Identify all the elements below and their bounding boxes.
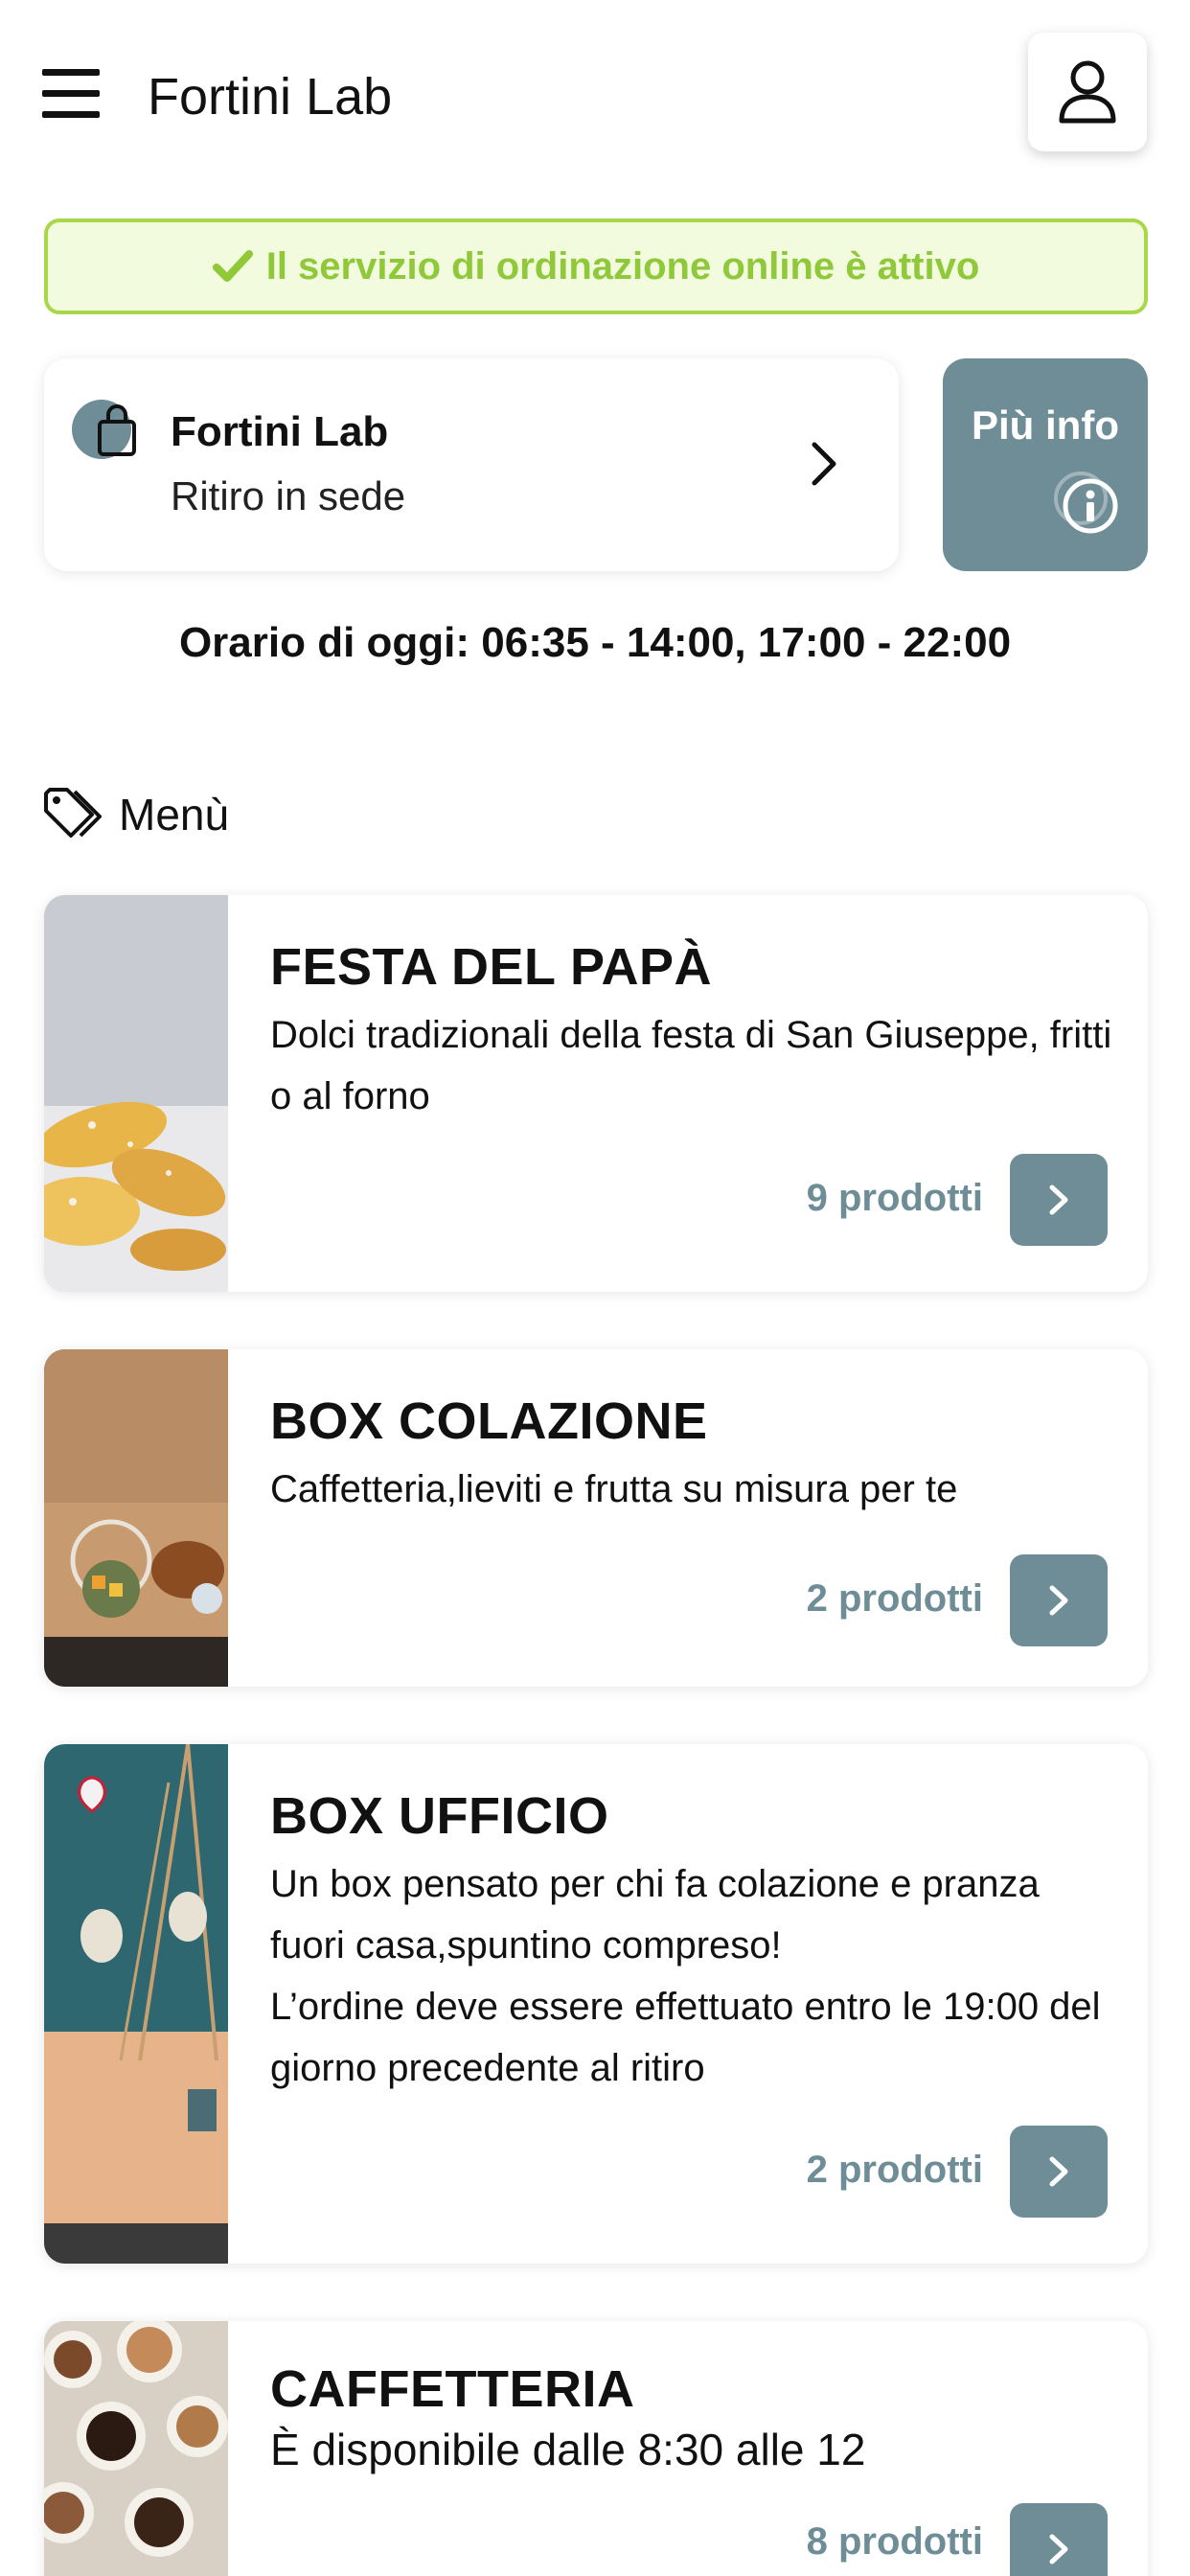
menu-heading-label: Menù <box>119 790 230 840</box>
category-card-box-colazione[interactable]: BOX COLAZIONE Caffetteria,lieviti e frut… <box>44 1349 1148 1687</box>
ordering-status-banner: Il servizio di ordinazione online è atti… <box>44 218 1148 314</box>
info-icon <box>1048 464 1127 542</box>
app-header: Fortini Lab <box>0 0 1190 192</box>
shopping-bag-icon <box>71 399 148 468</box>
category-image <box>44 895 228 1292</box>
chevron-right-icon <box>1049 2534 1068 2564</box>
open-category-button[interactable] <box>1010 2126 1108 2218</box>
hamburger-menu-icon[interactable] <box>42 69 100 119</box>
category-title: FESTA DEL PAPÀ <box>270 938 713 996</box>
store-pickup-card[interactable]: Fortini Lab Ritiro in sede <box>44 358 899 571</box>
ordering-status-text: Il servizio di ordinazione online è atti… <box>265 244 980 288</box>
category-description: È disponibile dalle 8:30 alle 12 <box>270 2425 866 2474</box>
tag-icon <box>44 788 102 838</box>
chevron-right-icon <box>807 439 841 489</box>
more-info-button[interactable]: Più info <box>943 358 1148 571</box>
chevron-right-icon <box>1049 1184 1068 1215</box>
category-card-festa-del-papa[interactable]: FESTA DEL PAPÀ Dolci tradizionali della … <box>44 895 1148 1292</box>
category-image <box>44 2321 228 2576</box>
check-icon <box>212 249 253 284</box>
pickup-mode: Ritiro in sede <box>171 473 406 518</box>
product-count: 8 prodotti <box>806 2520 983 2563</box>
category-description: Caffetteria,lieviti e frutta su misura p… <box>270 1468 958 1510</box>
category-description: Un box pensato per chi fa colazione e pr… <box>270 1863 1101 2089</box>
store-name: Fortini Lab <box>171 408 389 455</box>
product-count: 9 prodotti <box>806 1177 983 1219</box>
category-title: BOX COLAZIONE <box>270 1392 708 1450</box>
menu-heading: Menù <box>42 786 229 843</box>
category-title: BOX UFFICIO <box>270 1787 609 1845</box>
user-icon <box>1059 60 1116 124</box>
category-image <box>44 1349 228 1687</box>
open-category-button[interactable] <box>1010 1554 1108 1646</box>
chevron-right-icon <box>1049 1585 1068 1616</box>
page: Fortini Lab Il servizio di ordinazione o… <box>0 0 1190 2576</box>
product-count: 2 prodotti <box>806 2149 983 2191</box>
user-account-button[interactable] <box>1028 33 1147 151</box>
category-card-caffetteria[interactable]: CAFFETTERIA È disponibile dalle 8:30 all… <box>44 2321 1148 2576</box>
more-info-label: Più info <box>972 402 1119 448</box>
open-category-button[interactable] <box>1010 2503 1108 2576</box>
open-category-button[interactable] <box>1010 1154 1108 1246</box>
chevron-right-icon <box>1049 2156 1068 2187</box>
category-title: CAFFETTERIA <box>270 2360 635 2418</box>
category-description: Dolci tradizionali della festa di San Gi… <box>270 1014 1112 1117</box>
product-count: 2 prodotti <box>806 1577 983 1620</box>
category-image <box>44 1744 228 2264</box>
opening-hours: Orario di oggi: 06:35 - 14:00, 17:00 - 2… <box>178 619 1012 666</box>
category-card-box-ufficio[interactable]: BOX UFFICIO Un box pensato per chi fa co… <box>44 1744 1148 2264</box>
app-title: Fortini Lab <box>148 68 393 126</box>
